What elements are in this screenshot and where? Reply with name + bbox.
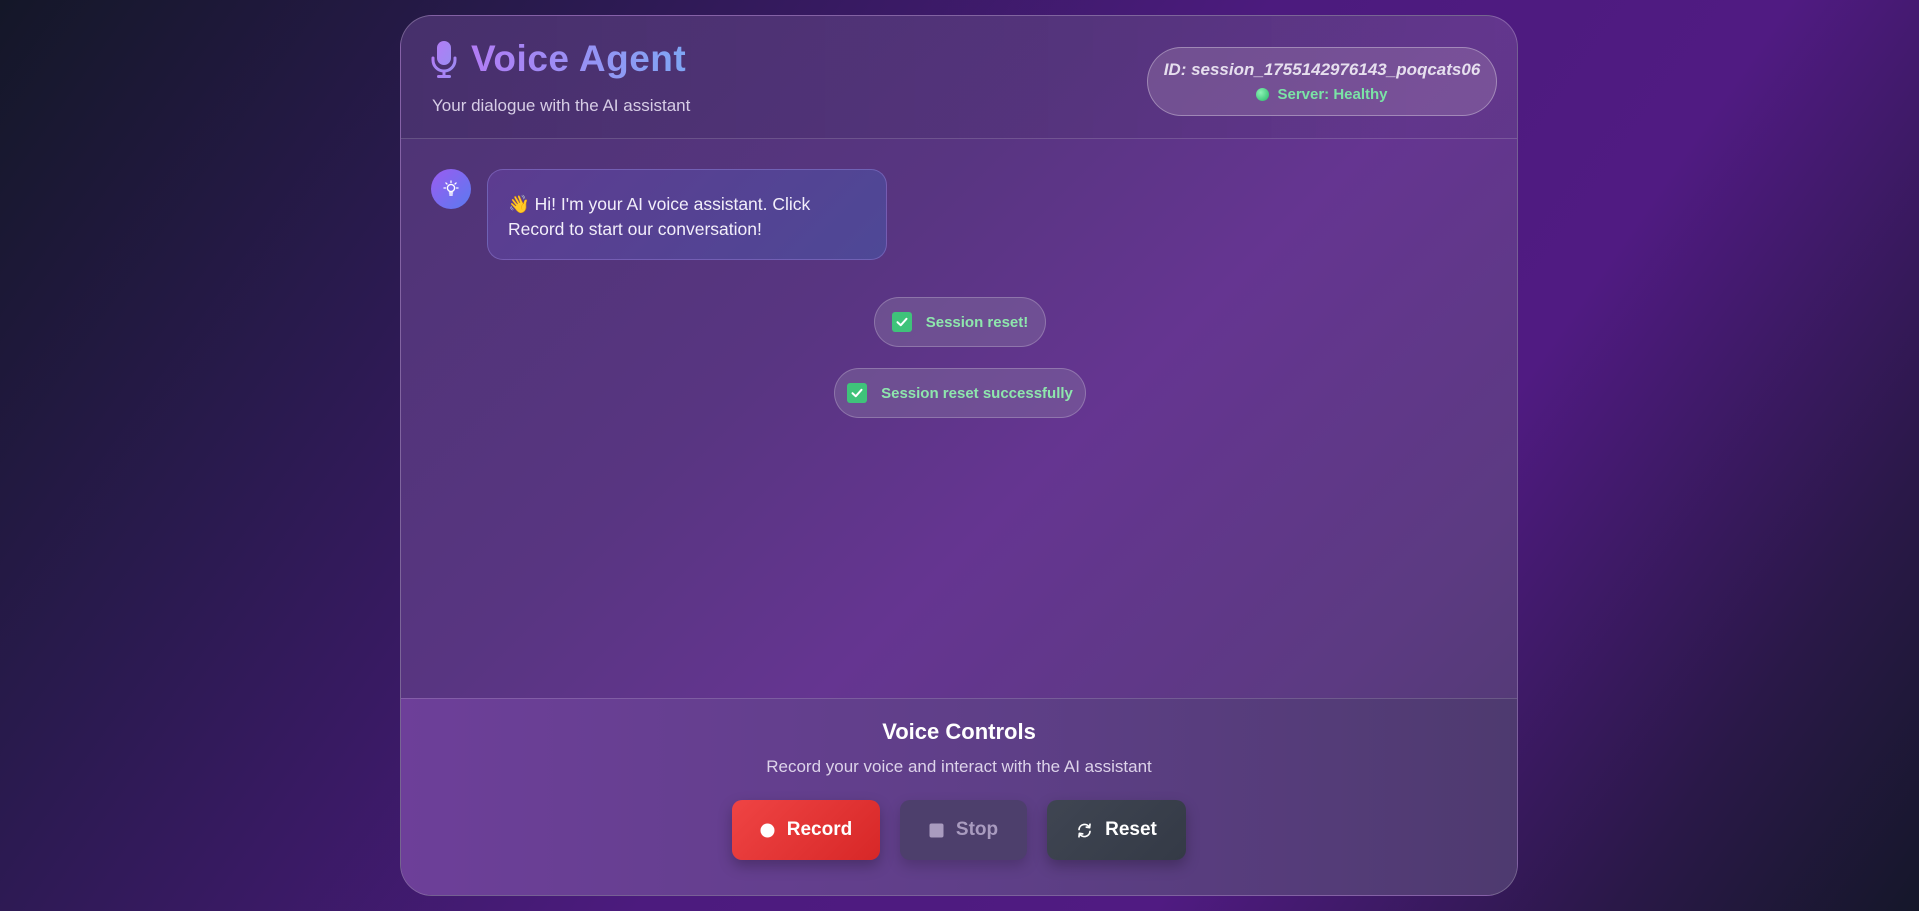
status-dot-icon: [1256, 88, 1270, 101]
microphone-icon: [431, 41, 457, 78]
server-status: Server: Healthy: [1148, 86, 1496, 103]
chat-area[interactable]: 👋 Hi! I'm your AI voice assistant. Click…: [401, 139, 1517, 701]
voice-controls-panel: Voice Controls Record your voice and int…: [401, 698, 1517, 895]
notification-text: Session reset!: [925, 313, 1029, 331]
notification-session-reset-success: Session reset successfully: [834, 368, 1086, 418]
stop-button-label: Stop: [955, 819, 999, 840]
checkbox-icon: [847, 383, 868, 403]
header: Voice Agent Your dialogue with the AI as…: [401, 16, 1517, 139]
record-button[interactable]: Record: [732, 800, 880, 860]
controls-button-row: Record Stop Reset: [401, 800, 1517, 860]
session-id: ID: session_1755142976143_poqcats06: [1163, 60, 1481, 79]
controls-subtitle: Record your voice and interact with the …: [766, 757, 1152, 776]
app-subtitle: Your dialogue with the AI assistant: [432, 96, 691, 115]
app-title: Voice Agent: [471, 38, 687, 79]
assistant-avatar: [431, 169, 471, 209]
title-row: Voice Agent: [431, 38, 686, 80]
lightbulb-icon: [443, 180, 459, 196]
voice-agent-app: Voice Agent Your dialogue with the AI as…: [400, 15, 1518, 896]
stop-square-icon: [929, 823, 944, 838]
assistant-message: 👋 Hi! I'm your AI voice assistant. Click…: [487, 169, 887, 260]
record-button-label: Record: [786, 819, 853, 840]
refresh-icon: [1076, 822, 1093, 839]
notification-text: Session reset successfully: [881, 384, 1073, 402]
notification-session-reset: Session reset!: [874, 297, 1046, 347]
reset-button-label: Reset: [1105, 819, 1157, 840]
reset-button[interactable]: Reset: [1047, 800, 1186, 860]
server-status-text: Server: Healthy: [1277, 86, 1388, 103]
stop-button[interactable]: Stop: [900, 800, 1027, 860]
controls-title: Voice Controls: [882, 719, 1036, 744]
session-status-pill: ID: session_1755142976143_poqcats06 Serv…: [1147, 47, 1497, 116]
checkbox-icon: [891, 312, 912, 332]
record-dot-icon: [760, 823, 775, 838]
